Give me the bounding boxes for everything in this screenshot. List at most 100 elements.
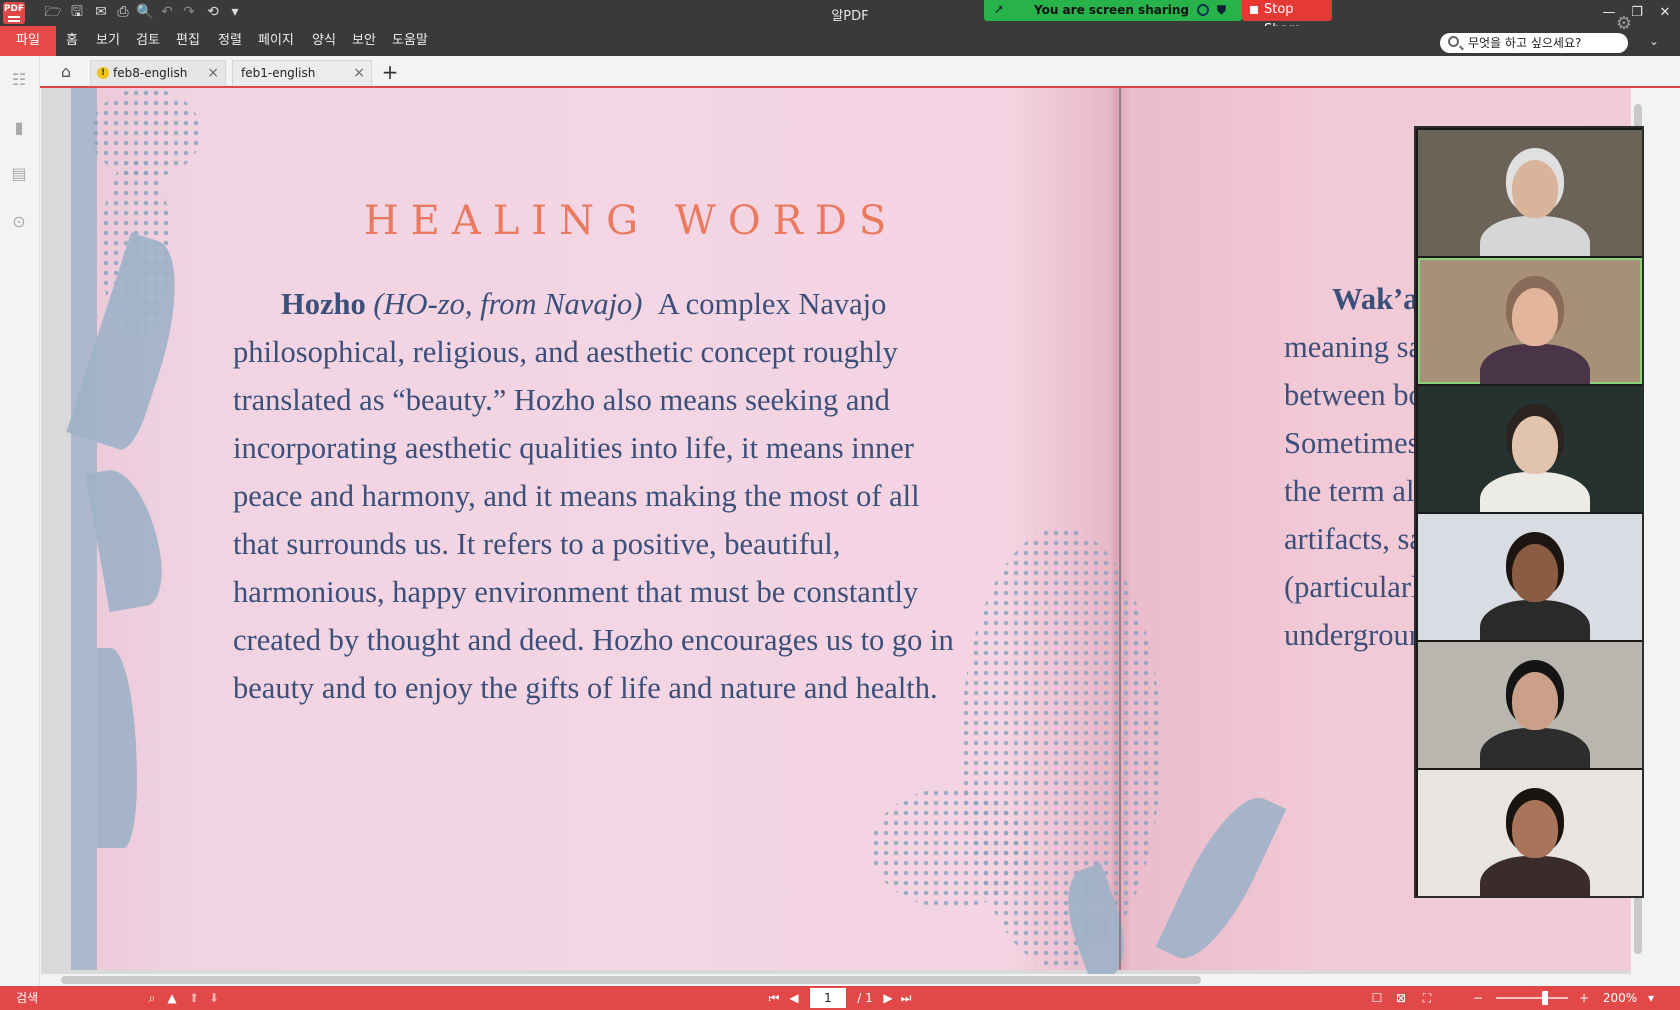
add-tab-button[interactable]: +	[378, 60, 402, 84]
paragraph-line: translated as “beauty.” Hozho also means…	[233, 383, 890, 417]
menu-item-6[interactable]: 페이지	[256, 26, 296, 56]
menu-item-0[interactable]: 파일	[0, 26, 56, 56]
menu-item-5[interactable]: 정렬	[216, 26, 244, 56]
fit-page-icon[interactable]: ⊠	[1392, 988, 1410, 1008]
menu-item-3[interactable]: 검토	[134, 26, 162, 56]
participant-body	[1480, 728, 1590, 768]
shield-icon[interactable]: ⛊	[1217, 3, 1226, 18]
status-bar: 검색 ⌕ ▲ ⬆ ⬇ ⏮ ◀ 1 / 1 ▶ ⏭ ☐ ⊠ ⛶ − + 200% …	[0, 986, 1680, 1010]
tab-feb8-english[interactable]: ! feb8-english ×	[90, 60, 226, 86]
find-icon[interactable]: ⊙	[9, 212, 29, 232]
paragraph-line: philosophical, religious, and aesthetic …	[233, 335, 898, 369]
history-icon[interactable]: ⟲	[204, 3, 222, 21]
video-tile-participant-6[interactable]	[1418, 770, 1642, 896]
participant-face	[1512, 544, 1558, 602]
paragraph-line: incorporating aesthetic qualities into l…	[233, 431, 914, 465]
leaf-illustration	[97, 648, 137, 848]
close-icon[interactable]: ×	[353, 61, 365, 85]
single-page-view-icon[interactable]: ☐	[1368, 988, 1386, 1008]
previous-page-icon[interactable]: ◀	[786, 988, 802, 1008]
horizontal-scrollbar[interactable]	[41, 974, 1645, 986]
highlight-up-icon[interactable]: ▲	[164, 988, 180, 1008]
flower-cluster-illustration	[871, 788, 1031, 908]
first-page-icon[interactable]: ⏮	[766, 988, 782, 1008]
paragraph-line: beauty and to enjoy the gifts of life an…	[233, 671, 938, 705]
close-window-button[interactable]: ✕	[1650, 2, 1680, 24]
chevron-down-icon[interactable]: ⌄	[1644, 31, 1664, 51]
print-preview-icon[interactable]: 🔍	[136, 3, 154, 21]
zoom-out-icon[interactable]: −	[1470, 988, 1486, 1008]
video-tile-participant-3[interactable]	[1418, 386, 1642, 512]
close-icon[interactable]: ×	[207, 61, 219, 85]
undo-icon[interactable]: ↶	[158, 3, 176, 21]
left-sidebar: ☷ ▮ ▤ ⊙	[0, 56, 40, 986]
participant-body	[1480, 344, 1590, 384]
thumbnails-icon[interactable]: ☷	[9, 70, 29, 90]
home-icon[interactable]: ⌂	[56, 62, 76, 82]
tab-label: feb8-english	[113, 66, 188, 80]
zoom-dropdown-icon[interactable]: ▾	[1644, 988, 1658, 1008]
open-icon[interactable]: 🗁	[44, 3, 62, 21]
screen-sharing-status: You are screen sharing	[1034, 3, 1190, 17]
menu-item-1[interactable]: 홈	[64, 26, 80, 56]
participant-body	[1480, 856, 1590, 896]
paragraph-line: harmonious, happy environment that must …	[233, 575, 919, 609]
app-window: PDF 🗁 🖫 ✉ ⎙ 🔍 ↶ ↷ ⟲ ▾ 알PDF ➚ You are screen shar…	[0, 0, 1680, 1010]
save-icon[interactable]: 🖫	[68, 3, 86, 21]
next-result-icon[interactable]: ⬇	[206, 988, 222, 1008]
previous-result-icon[interactable]: ⬆	[186, 988, 202, 1008]
zoom-level[interactable]: 200%	[1600, 988, 1640, 1008]
menu-item-8[interactable]: 보안	[350, 26, 378, 56]
gear-icon[interactable]: ⚙	[1614, 14, 1634, 34]
next-page-icon[interactable]: ▶	[880, 988, 896, 1008]
pdf-page: HEALING WORDS Hozho (HO-zo, from Navajo)…	[66, 88, 1631, 974]
video-tile-participant-5[interactable]	[1418, 642, 1642, 768]
search-panel-label[interactable]: 검색	[12, 988, 42, 1008]
participant-body	[1480, 472, 1590, 512]
page-heading: HEALING WORDS	[363, 198, 899, 244]
zoom-slider[interactable]	[1496, 997, 1568, 999]
video-gallery[interactable]	[1414, 126, 1644, 898]
print-icon[interactable]: ⎙	[114, 3, 132, 21]
stop-share-button[interactable]: Stop Share	[1242, 0, 1332, 37]
horizontal-scroll-thumb[interactable]	[61, 976, 1201, 984]
comment-icon[interactable]: ▤	[9, 164, 29, 184]
menu-bar: 파일 홈 보기 검토 편집 정렬 페이지 양식 보안 도움말 무엇을 하고 싶으세요? ⌄	[0, 26, 1680, 56]
last-page-icon[interactable]: ⏭	[898, 988, 914, 1008]
paragraph-line: peace and harmony, and it means making t…	[233, 479, 920, 513]
fit-width-icon[interactable]: ⛶	[1418, 988, 1436, 1008]
tell-me-search-input[interactable]: 무엇을 하고 싶으세요?	[1440, 33, 1628, 53]
participant-face	[1512, 160, 1558, 218]
menu-item-9[interactable]: 도움말	[390, 26, 430, 56]
participant-face	[1512, 416, 1558, 474]
tab-feb1-english[interactable]: feb1-english ×	[232, 60, 372, 86]
mail-icon[interactable]: ✉	[92, 3, 110, 21]
record-icon[interactable]	[1197, 4, 1209, 16]
video-tile-participant-1[interactable]	[1418, 130, 1642, 256]
stop-icon	[1250, 6, 1258, 14]
menu-item-4[interactable]: 편집	[174, 26, 202, 56]
zoom-slider-thumb[interactable]	[1542, 991, 1548, 1005]
screen-sharing-banner[interactable]: ➚ You are screen sharing ⛊	[984, 0, 1242, 21]
leaf-illustration	[1155, 783, 1287, 973]
bookmark-icon[interactable]: ▮	[9, 118, 29, 138]
page-number-input[interactable]: 1	[810, 988, 846, 1008]
zoom-in-icon[interactable]: +	[1576, 988, 1592, 1008]
document-viewport[interactable]: HEALING WORDS Hozho (HO-zo, from Navajo)…	[41, 88, 1631, 974]
menu-item-2[interactable]: 보기	[94, 26, 122, 56]
paragraph-line: created by thought and deed. Hozho encou…	[233, 623, 954, 657]
app-logo[interactable]: PDF	[3, 2, 25, 24]
menu-lines-icon	[8, 16, 20, 22]
video-tile-participant-4[interactable]	[1418, 514, 1642, 640]
redo-icon[interactable]: ↷	[180, 3, 198, 21]
book-spine	[1119, 88, 1121, 970]
video-tile-participant-2[interactable]	[1418, 258, 1642, 384]
app-logo-text: PDF	[3, 4, 25, 14]
participant-body	[1480, 216, 1590, 256]
hozho-paragraph: Hozho (HO-zo, from Navajo) A complex Nav…	[233, 280, 1023, 712]
participant-face	[1512, 800, 1558, 858]
find-icon[interactable]: ⌕	[142, 988, 162, 1008]
menu-item-7[interactable]: 양식	[310, 26, 338, 56]
customize-icon[interactable]: ▾	[226, 3, 244, 21]
participant-face	[1512, 288, 1558, 346]
